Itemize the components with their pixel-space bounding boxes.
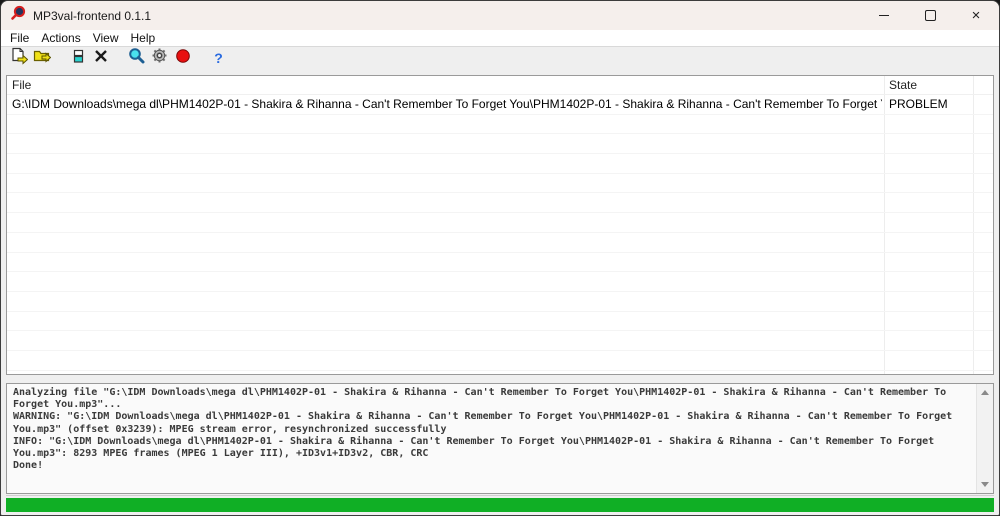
minimize-icon [879, 15, 889, 16]
add-file-button[interactable] [7, 48, 30, 68]
list-empty-row [7, 134, 993, 154]
menu-help[interactable]: Help [125, 31, 162, 45]
window-controls: × [861, 1, 999, 30]
close-icon: × [972, 8, 981, 23]
help-icon: ? [214, 50, 223, 66]
add-file-icon [10, 47, 28, 70]
list-empty-row [7, 371, 993, 375]
scroll-up-icon[interactable] [981, 390, 989, 395]
scroll-down-icon[interactable] [981, 482, 989, 487]
list-empty-row [7, 331, 993, 351]
log-line: WARNING: "G:\IDM Downloads\mega dl\PHM14… [13, 411, 973, 423]
list-empty-row [7, 115, 993, 135]
remove-button[interactable] [89, 48, 112, 68]
titlebar: MP3val-frontend 0.1.1 × [1, 1, 999, 30]
menu-view[interactable]: View [87, 31, 125, 45]
add-folder-button[interactable] [30, 48, 53, 68]
menubar: File Actions View Help [1, 30, 999, 46]
help-button[interactable]: ? [207, 48, 230, 68]
minimize-button[interactable] [861, 1, 907, 30]
repair-button[interactable] [148, 48, 171, 68]
menu-actions[interactable]: Actions [35, 31, 86, 45]
file-list: File State G:\IDM Downloads\mega dl\PHM1… [6, 75, 994, 375]
list-empty-row [7, 253, 993, 273]
list-empty-row [7, 292, 993, 312]
analyze-button[interactable] [125, 48, 148, 68]
maximize-icon [925, 10, 936, 21]
log-text: Analyzing file "G:\IDM Downloads\mega dl… [13, 387, 973, 490]
list-empty-row [7, 312, 993, 332]
maximize-button[interactable] [907, 1, 953, 30]
list-empty-row [7, 351, 993, 371]
toolbar: ? [1, 47, 999, 69]
add-folder-icon [33, 47, 51, 70]
log-line: INFO: "G:\IDM Downloads\mega dl\PHM1402P… [13, 436, 973, 448]
rescan-icon [70, 48, 86, 69]
menu-file[interactable]: File [4, 31, 35, 45]
file-path-cell: G:\IDM Downloads\mega dl\PHM1402P-01 - S… [12, 95, 882, 114]
log-line: You.mp3" (offset 0x3239): MPEG stream er… [13, 424, 973, 436]
log-line: You.mp3": 8293 MPEG frames (MPEG 1 Layer… [13, 448, 973, 460]
file-list-header: File State [7, 76, 993, 95]
list-empty-row [7, 272, 993, 292]
table-row[interactable]: G:\IDM Downloads\mega dl\PHM1402P-01 - S… [7, 95, 993, 115]
window-title: MP3val-frontend 0.1.1 [33, 9, 151, 23]
app-icon [10, 5, 26, 26]
list-empty-row [7, 154, 993, 174]
column-header-state[interactable]: State [889, 76, 917, 94]
analyze-icon [128, 47, 146, 70]
app-window: MP3val-frontend 0.1.1 × File Actions Vie… [0, 0, 1000, 516]
statusbar-divider [6, 495, 994, 496]
progress-bar [6, 498, 994, 512]
remove-icon [93, 48, 109, 69]
list-empty-row [7, 233, 993, 253]
stop-button[interactable] [171, 48, 194, 68]
log-scrollbar[interactable] [976, 384, 993, 493]
progress-bar-fill [6, 498, 994, 512]
log-line: Forget You.mp3"... [13, 399, 973, 411]
log-line: Done! [13, 460, 973, 472]
list-empty-row [7, 213, 993, 233]
list-empty-row [7, 193, 993, 213]
stop-icon [175, 48, 191, 69]
gear-icon [151, 47, 168, 69]
log-line: Analyzing file "G:\IDM Downloads\mega dl… [13, 387, 973, 399]
column-header-file[interactable]: File [7, 78, 31, 92]
list-empty-row [7, 174, 993, 194]
state-cell: PROBLEM [889, 95, 948, 114]
rescan-button[interactable] [66, 48, 89, 68]
close-button[interactable]: × [953, 1, 999, 30]
log-pane[interactable]: Analyzing file "G:\IDM Downloads\mega dl… [6, 383, 994, 494]
file-list-empty-rows [7, 115, 993, 375]
